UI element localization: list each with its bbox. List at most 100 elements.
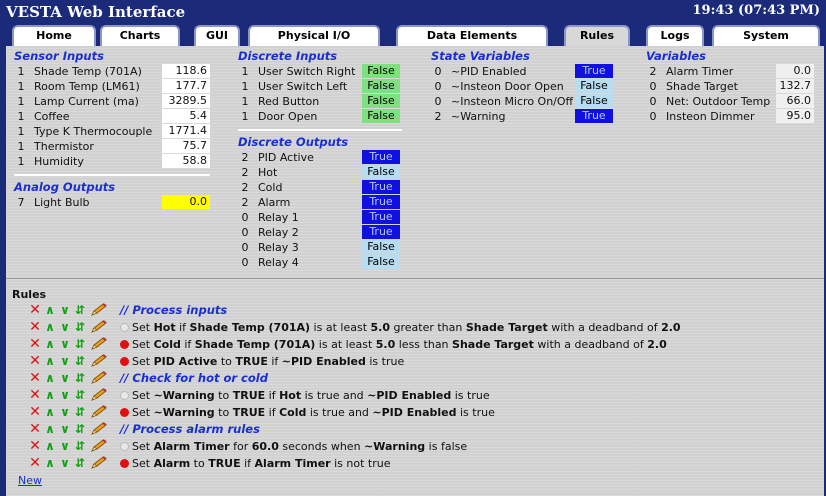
tab-bar: Home Charts GUI Physical I/O Data Elemen…	[0, 24, 826, 47]
move-icon[interactable]: ⇵	[73, 371, 87, 385]
move-icon[interactable]: ⇵	[73, 354, 87, 368]
move-up-icon[interactable]: ∧	[43, 337, 57, 351]
move-up-icon[interactable]: ∧	[43, 456, 57, 470]
edit-pencil-icon[interactable]	[90, 456, 108, 470]
rule-active-indicator	[120, 459, 129, 468]
move-down-icon[interactable]: ∨	[58, 337, 72, 351]
move-icon[interactable]: ⇵	[73, 388, 87, 402]
analog-output-value: 0.0	[162, 195, 210, 209]
tab-home[interactable]: Home	[12, 25, 96, 46]
sensor-count: 1	[17, 80, 25, 93]
edit-pencil-icon[interactable]	[90, 320, 108, 334]
move-up-icon[interactable]: ∧	[43, 371, 57, 385]
discrete-output-count: 2	[241, 196, 249, 209]
move-icon[interactable]: ⇵	[73, 320, 87, 334]
delete-icon[interactable]: ✕	[28, 303, 42, 317]
delete-icon[interactable]: ✕	[28, 320, 42, 334]
discrete-output-state: False	[362, 255, 400, 269]
new-rule-link[interactable]: New	[18, 474, 42, 487]
tab-system[interactable]: System	[712, 25, 820, 46]
move-icon[interactable]: ⇵	[73, 337, 87, 351]
move-down-icon[interactable]: ∨	[58, 354, 72, 368]
sensor-value: 58.8	[162, 154, 210, 168]
move-down-icon[interactable]: ∨	[58, 422, 72, 436]
variable-row: 0 Insteon Dimmer 95.0	[646, 109, 814, 124]
delete-icon[interactable]: ✕	[28, 354, 42, 368]
discrete-output-state: False	[362, 165, 400, 179]
move-down-icon[interactable]: ∨	[58, 439, 72, 453]
rule-row: ✕ ∧ ∨ ⇵ Set Cold if Shade Temp (701A) is at …	[28, 336, 808, 353]
move-icon[interactable]: ⇵	[73, 303, 87, 317]
discrete-output-label: Relay 3	[258, 241, 299, 254]
delete-icon[interactable]: ✕	[28, 371, 42, 385]
variable-label: Shade Target	[666, 80, 738, 93]
move-down-icon[interactable]: ∨	[58, 320, 72, 334]
move-up-icon[interactable]: ∧	[43, 354, 57, 368]
delete-icon[interactable]: ✕	[28, 405, 42, 419]
rule-comment-text: // Process alarm rules	[120, 422, 260, 436]
discrete-output-count: 2	[241, 166, 249, 179]
tab-rules[interactable]: Rules	[564, 25, 630, 47]
delete-icon[interactable]: ✕	[28, 456, 42, 470]
delete-icon[interactable]: ✕	[28, 388, 42, 402]
edit-pencil-icon[interactable]	[90, 303, 108, 317]
discrete-output-state: False	[362, 240, 400, 254]
discrete-input-row: 1 Red Button False	[238, 94, 402, 109]
variable-row: 0 Net: Outdoor Temp 66.0	[646, 94, 814, 109]
edit-pencil-icon[interactable]	[90, 354, 108, 368]
discrete-output-label: Relay 1	[258, 211, 299, 224]
edit-pencil-icon[interactable]	[90, 371, 108, 385]
move-down-icon[interactable]: ∨	[58, 371, 72, 385]
state-variables-title: State Variables	[431, 49, 530, 63]
move-up-icon[interactable]: ∧	[43, 422, 57, 436]
tab-physical-io[interactable]: Physical I/O	[248, 25, 380, 46]
discrete-input-count: 1	[241, 110, 249, 123]
state-variable-state: True	[575, 64, 613, 78]
move-icon[interactable]: ⇵	[73, 439, 87, 453]
sensor-row: 1 Shade Temp (701A) 118.6	[14, 64, 210, 79]
move-up-icon[interactable]: ∧	[43, 388, 57, 402]
discrete-input-count: 1	[241, 80, 249, 93]
rule-text: Set ~Warning to TRUE if Cold is true and…	[132, 406, 495, 419]
rule-comment-row: ✕ ∧ ∨ ⇵ // Process alarm rules	[28, 421, 808, 438]
tab-data-elements[interactable]: Data Elements	[396, 25, 548, 46]
move-up-icon[interactable]: ∧	[43, 303, 57, 317]
edit-pencil-icon[interactable]	[90, 388, 108, 402]
discrete-input-state: False	[362, 94, 400, 108]
move-down-icon[interactable]: ∨	[58, 303, 72, 317]
delete-icon[interactable]: ✕	[28, 422, 42, 436]
variable-row: 0 Shade Target 132.7	[646, 79, 814, 94]
tab-gui[interactable]: GUI	[194, 25, 240, 46]
sensor-label: Type K Thermocouple	[34, 125, 153, 138]
state-variable-state: False	[575, 79, 613, 93]
discrete-output-label: PID Active	[258, 151, 314, 164]
delete-icon[interactable]: ✕	[28, 439, 42, 453]
tab-logs[interactable]: Logs	[646, 25, 704, 46]
move-icon[interactable]: ⇵	[73, 405, 87, 419]
tab-charts[interactable]: Charts	[100, 25, 180, 46]
move-up-icon[interactable]: ∧	[43, 405, 57, 419]
move-up-icon[interactable]: ∧	[43, 320, 57, 334]
move-down-icon[interactable]: ∨	[58, 388, 72, 402]
state-variable-state: True	[575, 109, 613, 123]
delete-icon[interactable]: ✕	[28, 337, 42, 351]
edit-pencil-icon[interactable]	[90, 439, 108, 453]
move-icon[interactable]: ⇵	[73, 456, 87, 470]
edit-pencil-icon[interactable]	[90, 405, 108, 419]
sensor-label: Coffee	[34, 110, 70, 123]
variable-value: 132.7	[776, 79, 814, 93]
discrete-output-count: 0	[241, 241, 249, 254]
move-up-icon[interactable]: ∧	[43, 439, 57, 453]
move-down-icon[interactable]: ∨	[58, 405, 72, 419]
edit-pencil-icon[interactable]	[90, 337, 108, 351]
sensor-count: 1	[17, 125, 25, 138]
sensor-value: 75.7	[162, 139, 210, 153]
move-icon[interactable]: ⇵	[73, 422, 87, 436]
edit-pencil-icon[interactable]	[90, 422, 108, 436]
app-title: VESTA Web Interface	[6, 3, 186, 21]
rule-actions: ✕ ∧ ∨ ⇵	[28, 438, 118, 455]
rule-text: Set Alarm to TRUE if Alarm Timer is not …	[132, 457, 391, 470]
discrete-output-row: 2 Cold True	[238, 180, 402, 195]
variable-label: Insteon Dimmer	[666, 110, 755, 123]
move-down-icon[interactable]: ∨	[58, 456, 72, 470]
